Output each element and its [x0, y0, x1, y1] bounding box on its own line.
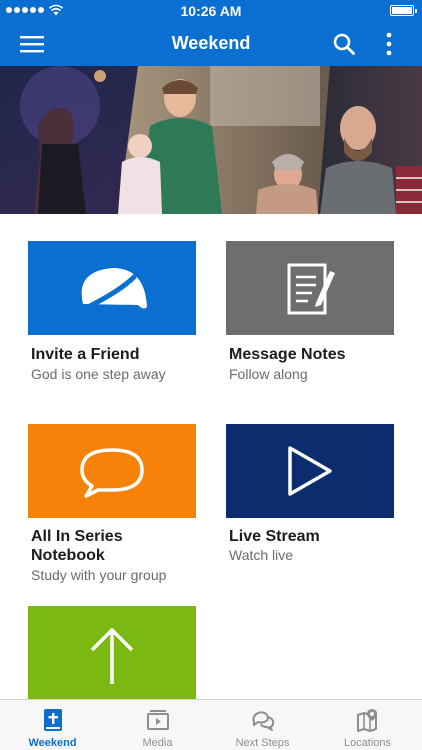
invite-friend-tile[interactable]	[28, 241, 196, 335]
map-pin-icon	[357, 709, 377, 732]
message-notes-subtitle: Follow along	[229, 366, 308, 382]
play-icon	[288, 446, 332, 496]
page-title: Weekend	[171, 33, 251, 53]
tab-locations[interactable]: Locations	[315, 700, 420, 750]
series-notebook-title-line1: All In Series	[31, 528, 123, 545]
search-button[interactable]	[332, 32, 356, 56]
message-notes-title: Message Notes	[229, 346, 346, 363]
invite-friend-subtitle: God is one step away	[31, 366, 166, 382]
tab-next-steps-label: Next Steps	[235, 737, 290, 749]
tab-weekend-label: Weekend	[28, 737, 77, 749]
message-notes-tile[interactable]	[226, 241, 394, 335]
hero-image	[0, 66, 422, 214]
series-notebook-tile[interactable]	[28, 424, 196, 518]
live-stream-title: Live Stream	[229, 528, 320, 545]
tab-media-label: Media	[142, 737, 173, 749]
status-bar: 10:26 AM	[0, 0, 422, 22]
arrow-up-tile[interactable]	[28, 606, 196, 699]
status-time: 10:26 AM	[180, 3, 242, 19]
battery-icon	[390, 5, 417, 16]
search-icon	[333, 33, 355, 55]
tab-locations-label: Locations	[343, 737, 392, 749]
more-vertical-icon	[386, 32, 392, 56]
tab-weekend[interactable]: Weekend	[0, 700, 105, 750]
app-bar: Weekend	[0, 22, 422, 66]
notepad-pen-icon	[287, 263, 335, 315]
bottom-tab-bar: Weekend Media Next Steps Locations	[0, 699, 422, 750]
more-options-button[interactable]	[380, 30, 398, 58]
arrow-up-icon	[90, 627, 134, 684]
media-play-icon	[147, 710, 169, 730]
live-stream-tile[interactable]	[226, 424, 394, 518]
hero-banner	[0, 66, 422, 214]
invite-friend-title: Invite a Friend	[31, 346, 140, 363]
live-stream-subtitle: Watch live	[229, 547, 294, 563]
tab-next-steps[interactable]: Next Steps	[210, 700, 315, 750]
speedometer-icon	[81, 268, 147, 311]
chat-bubbles-icon	[252, 711, 275, 731]
series-notebook-title-line2: Notebook	[31, 547, 105, 564]
bible-icon	[44, 709, 62, 731]
series-notebook-subtitle: Study with your group	[31, 567, 167, 583]
tab-media[interactable]: Media	[105, 700, 210, 750]
chat-bubble-icon	[80, 448, 144, 498]
